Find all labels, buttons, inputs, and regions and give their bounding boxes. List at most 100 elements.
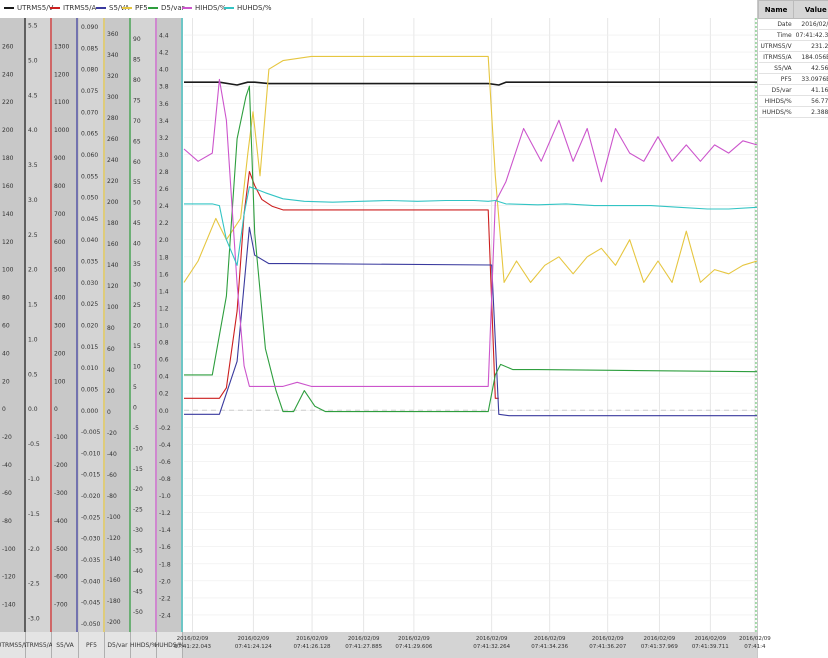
y-tick-label: -30: [133, 527, 143, 534]
y-tick-label: 60: [133, 159, 141, 166]
legend-item[interactable]: UTRMS5/V: [4, 4, 53, 12]
info-value: 41.1652: [793, 84, 828, 96]
y-tick-label: -0.030: [81, 536, 101, 543]
y-tick-label: 300: [107, 94, 119, 101]
y-tick-label: 0.025: [81, 301, 98, 308]
y-tick-label: 220: [2, 99, 14, 106]
y-tick-label: -0.015: [81, 472, 101, 479]
legend-item[interactable]: HIHDS/%: [182, 4, 226, 12]
y-tick-label: 1100: [54, 99, 69, 106]
y-tick-label: 2.5: [28, 232, 38, 239]
y-tick-label: 900: [54, 155, 66, 162]
y-tick-label: -100: [2, 546, 16, 553]
legend-label: HIHDS/%: [195, 4, 227, 12]
axis-tab[interactable]: HIHDS/%: [130, 632, 157, 658]
axis-panel[interactable]: -3.0 -2.5 -2.0 -1.5 -1.0 -0.5 0.0 0.5 1.0 1.5 2.0 2…: [26, 18, 52, 632]
y-tick-label: 0.4: [159, 374, 169, 381]
x-tick-date: 2016/02/09: [694, 636, 727, 642]
x-tick-label: 2016/02/09 07:41:4: [733, 635, 777, 651]
y-tick-label: 600: [54, 239, 66, 246]
y-tick-label: 1300: [54, 43, 69, 50]
y-tick-label: -2.2: [159, 595, 171, 602]
axis-tab[interactable]: PF5: [79, 632, 105, 658]
x-tick-time: 07:41:24.124: [234, 644, 272, 650]
info-header-value: Value: [793, 0, 828, 19]
legend-item[interactable]: D5/var: [148, 4, 185, 12]
axis-panel[interactable]: -700 -600 -500 -400 -300 -200 -100 0 100 200 300 40…: [52, 18, 79, 632]
y-tick-label: 3.6: [159, 101, 169, 108]
y-tick-label: 10: [133, 363, 141, 370]
info-value: 184.056E-3: [793, 51, 828, 63]
axis-panel[interactable]: -140 -120 -100 -80 -60 -40 -20 0 20 40 60 80 100 120 1…: [0, 18, 26, 632]
y-tick-label: 0: [54, 406, 58, 413]
y-tick-label: 320: [107, 73, 119, 80]
y-tick-label: 1000: [54, 127, 69, 134]
y-tick-label: 0.005: [81, 386, 98, 393]
y-tick-label: 0.045: [81, 216, 98, 223]
y-tick-label: -100: [54, 434, 68, 441]
axis-panel[interactable]: -0.050 -0.045 -0.040 -0.035 -0.030 -0.025 -0.0…: [79, 18, 105, 632]
y-tick-label: 100: [54, 378, 66, 385]
y-tick-label: -400: [54, 518, 68, 525]
y-tick-label: 3.5: [28, 162, 38, 169]
y-tick-label: -45: [133, 589, 143, 596]
legend-swatch: [50, 7, 60, 9]
legend-item[interactable]: HUHDS/%: [224, 4, 272, 12]
y-tick-label: 700: [54, 211, 66, 218]
y-tick-label: -0.045: [81, 600, 101, 607]
x-tick-date: 2016/02/09: [475, 636, 508, 642]
y-tick-label: -200: [107, 619, 121, 626]
y-tick-label: 0.000: [81, 408, 98, 415]
y-tick-label: 180: [2, 155, 14, 162]
axis-tab[interactable]: D5/var: [105, 632, 131, 658]
y-tick-label: -140: [2, 602, 16, 609]
legend-item[interactable]: PF5: [122, 4, 148, 12]
chart-legend: UTRMS5/V ITRMS5/A S5/VA PF5 D5/var HIHDS/% HUH…: [0, 0, 757, 18]
axis-tab[interactable]: ITRMS5/A: [24, 632, 53, 658]
y-tick-label: 65: [133, 138, 141, 145]
y-tick-label: -50: [133, 609, 143, 616]
x-tick-label: 2016/02/09 07:41:22.043: [170, 635, 214, 651]
y-tick-label: 500: [54, 267, 66, 274]
y-tick-label: 220: [107, 178, 119, 185]
y-tick-label: 2.8: [159, 169, 169, 176]
y-tick-label: -35: [133, 548, 143, 555]
x-tick-date: 2016/02/09: [176, 636, 209, 642]
line-chart[interactable]: -140-120-100-80-60-40-200204060801001201…: [0, 18, 757, 632]
y-tick-label: 200: [2, 127, 14, 134]
y-tick-label: 0: [133, 404, 137, 411]
y-tick-label: -10: [133, 445, 143, 452]
y-tick-label: 0.020: [81, 323, 98, 330]
y-tick-label: 20: [107, 388, 115, 395]
legend-swatch: [4, 7, 14, 9]
axis-panel[interactable]: -2.4 -2.2 -2.0 -1.8 -1.6 -1.4 -1.2 -1.0 -0.8 -0.6…: [157, 18, 183, 632]
axis-panel[interactable]: -200-180-160-140-120-100-80-60-40-200204…: [105, 18, 131, 632]
y-tick-label: 60: [2, 323, 10, 330]
y-tick-label: 3.0: [28, 197, 38, 204]
legend-item[interactable]: ITRMS5/A: [50, 4, 96, 12]
info-row: HIHDS/%56.7725: [758, 95, 828, 107]
y-tick-label: 5.0: [28, 57, 38, 64]
axis-tab[interactable]: UTRMS5/V: [0, 632, 28, 658]
y-tick-label: 0: [2, 406, 6, 413]
y-tick-label: -20: [133, 486, 143, 493]
y-tick-label: -140: [107, 556, 121, 563]
y-tick-label: -160: [107, 577, 121, 584]
y-tick-label: -200: [54, 462, 68, 469]
y-tick-label: 1.8: [159, 254, 169, 261]
axis-tab[interactable]: S5/VA: [52, 632, 79, 658]
legend-swatch: [122, 7, 132, 9]
y-tick-label: 300: [54, 323, 66, 330]
y-tick-label: 140: [107, 262, 119, 269]
info-row: S5/VA42.5676: [758, 62, 828, 74]
x-tick-time: 07:41:4: [744, 644, 766, 650]
y-tick-label: 40: [107, 367, 115, 374]
axis-panel[interactable]: -50-45-40-35-30-25-20-15-10-505101520253…: [131, 18, 157, 632]
y-tick-label: -0.050: [81, 621, 101, 628]
y-tick-label: 0.070: [81, 109, 98, 116]
info-value: 07:41:42.372: [793, 29, 828, 41]
y-tick-label: -600: [54, 574, 68, 581]
y-tick-label: -0.040: [81, 578, 101, 585]
y-tick-label: -700: [54, 602, 68, 609]
x-tick-date: 2016/02/09: [739, 636, 771, 642]
